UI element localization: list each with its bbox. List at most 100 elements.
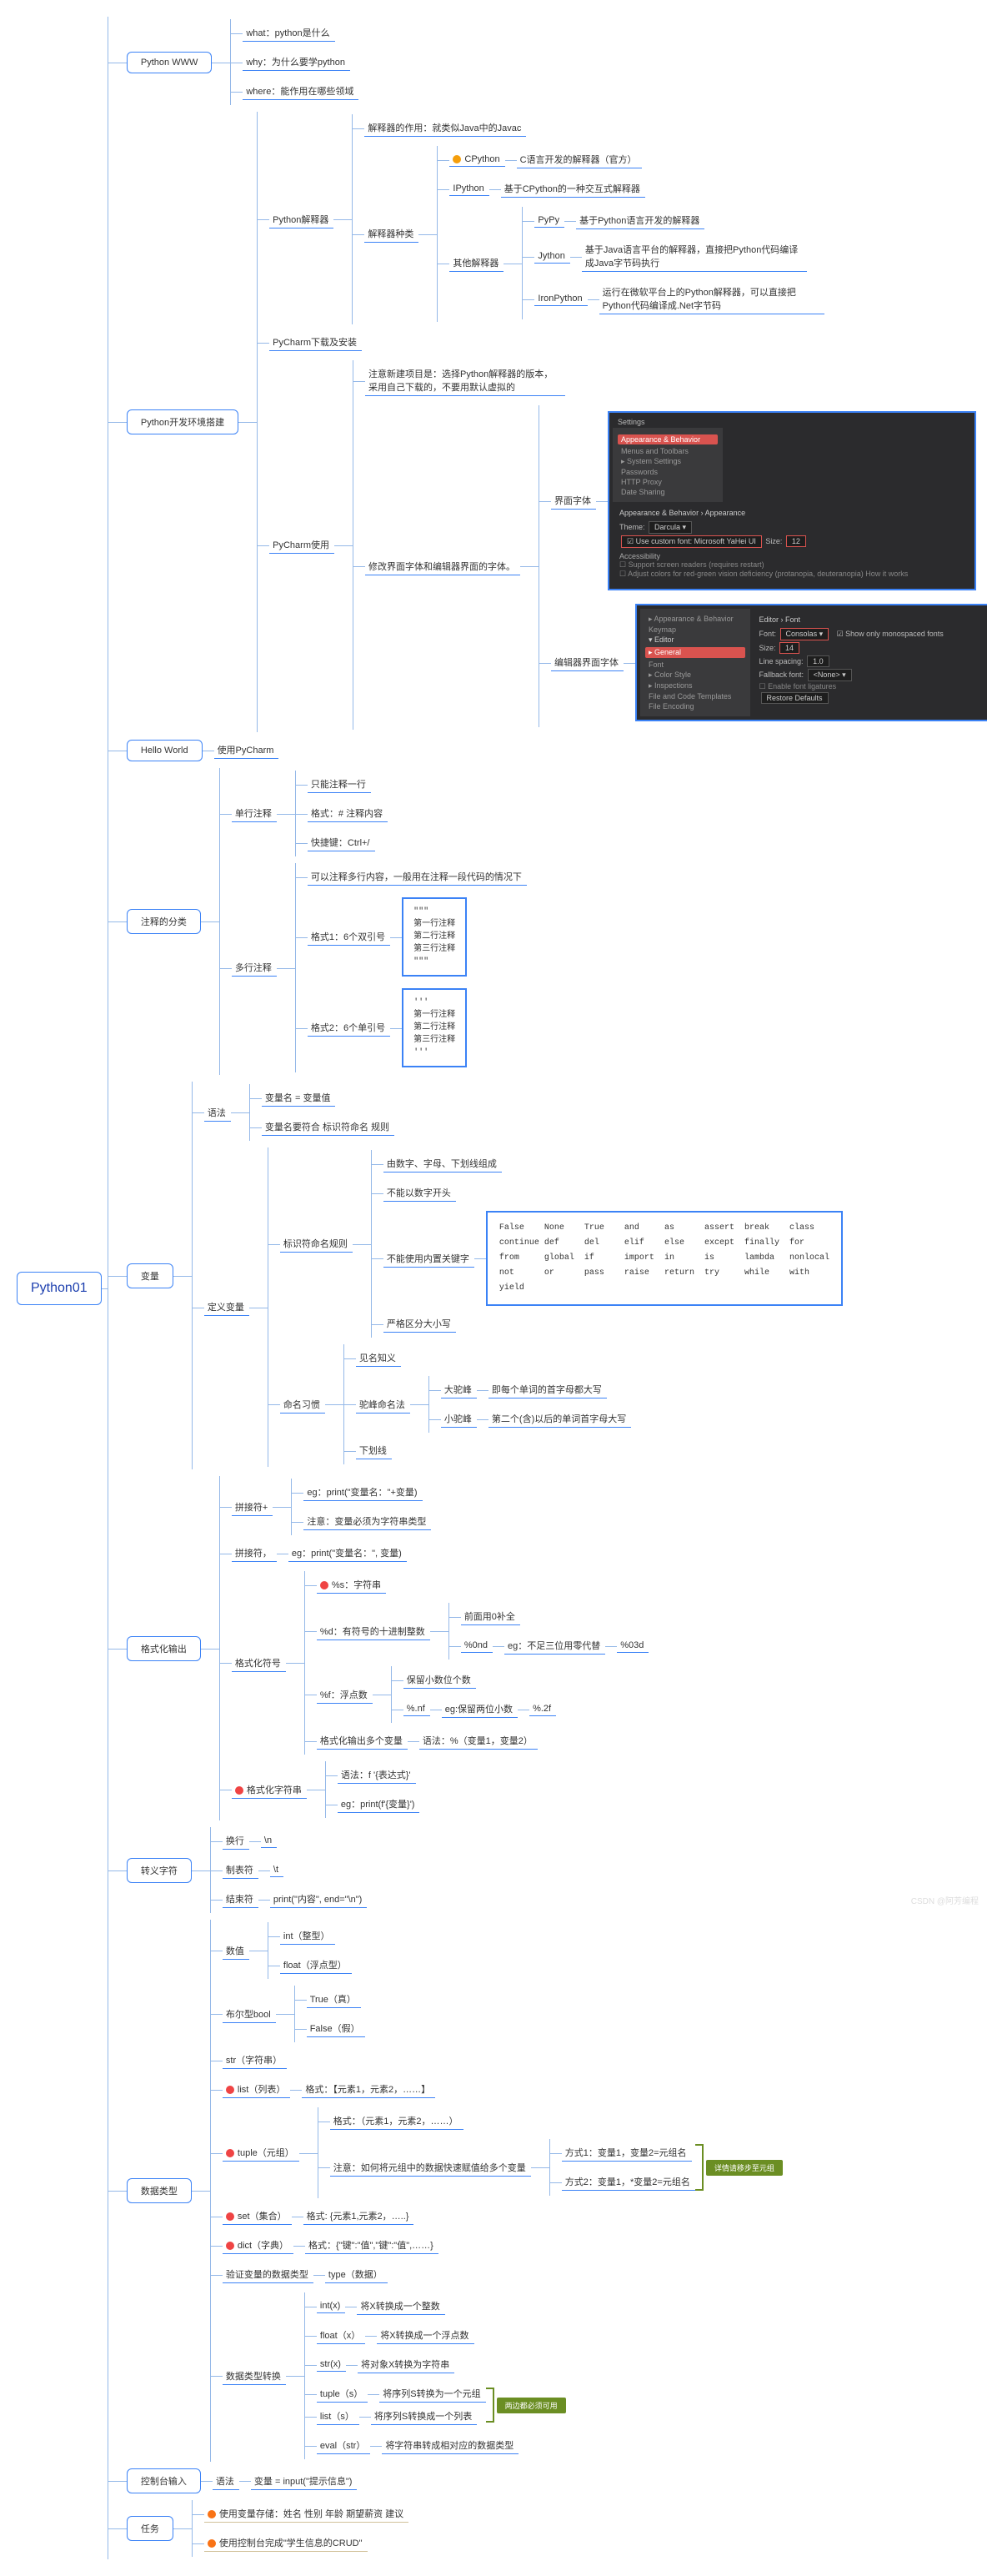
- watermark: CSDN @阿芳编程: [911, 1894, 979, 1906]
- dot-icon: [226, 2242, 234, 2250]
- dot-icon: [208, 2510, 216, 2518]
- leaf: PyCharm使用: [269, 536, 334, 554]
- leaf: False（假）: [307, 2020, 365, 2037]
- dot-icon: [226, 2212, 234, 2221]
- leaf: 大驼峰: [441, 1381, 477, 1398]
- leaf: type（数据）: [325, 2266, 388, 2283]
- leaf: C语言开发的解释器（官方）: [517, 151, 642, 168]
- dot-icon: [453, 155, 461, 163]
- leaf: 下划线: [356, 1442, 392, 1459]
- leaf: 解释器种类: [364, 225, 418, 243]
- leaf: PyPy: [534, 213, 564, 228]
- leaf: 其他解释器: [449, 254, 504, 272]
- leaf: %0nd: [461, 1639, 493, 1653]
- leaf: 数值: [223, 1942, 249, 1960]
- leaf: eg:保留两位小数: [442, 1700, 518, 1718]
- leaf: float（x）: [317, 2327, 365, 2344]
- leaf: Python解释器: [269, 211, 333, 228]
- leaf: CPython: [449, 153, 504, 167]
- leaf: 格式: {元素1,元素2，…..}: [303, 2207, 414, 2225]
- ide-screenshot-editor-font: ▸ Appearance & Behavior Keymap ▾ Editor …: [635, 604, 987, 721]
- leaf: 使用变量存储：姓名 性别 年龄 期望薪资 建议: [204, 2505, 408, 2523]
- leaf: 标识符命名规则: [280, 1235, 353, 1253]
- leaf: 验证变量的数据类型: [223, 2266, 313, 2283]
- dot-icon: [208, 2539, 216, 2548]
- leaf: int(x): [317, 2299, 345, 2313]
- leaf: 格式：# 注释内容: [308, 805, 388, 822]
- leaf: int（整型）: [280, 1927, 335, 1945]
- leaf: str(x): [317, 2358, 346, 2372]
- leaf: 基于Java语言平台的解释器，直接把Python代码编译成Java字节码执行: [582, 241, 807, 272]
- leaf: 制表符: [223, 1861, 258, 1879]
- leaf: 基于CPython的一种交互式解释器: [501, 180, 645, 198]
- dot-icon: [320, 1581, 328, 1589]
- leaf: 格式：{"键":"值","键":"值",……}: [305, 2237, 438, 2254]
- leaf: 可以注释多行内容，一般用在注释一段代码的情况下: [308, 868, 527, 886]
- leaf: 不能以数字开头: [383, 1184, 456, 1202]
- leaf: str（字符串）: [223, 2051, 287, 2069]
- leaf: list（列表）: [223, 2081, 290, 2098]
- root-node: Python01: [17, 1272, 102, 1305]
- leaf: 第二个(含)以后的单词首字母大写: [488, 1410, 631, 1428]
- leaf: 变量名要符合 标识符命名 规则: [262, 1118, 394, 1136]
- leaf: 前面用0补全: [461, 1608, 520, 1625]
- leaf: 方式2：变量1，*变量2=元组名: [562, 2173, 695, 2191]
- leaf: 格式2：6个单引号: [308, 1019, 390, 1037]
- code-box: """ 第一行注释 第二行注释 第三行注释 """: [402, 897, 467, 977]
- leaf: tuple（元组）: [223, 2144, 299, 2162]
- leaf: \n: [261, 1834, 277, 1848]
- leaf: 注意：变量必须为字符串类型: [303, 1513, 431, 1530]
- leaf: eg：print(f'{变量}'): [338, 1795, 420, 1813]
- code-box: ''' 第一行注释 第二行注释 第三行注释 ''': [402, 988, 467, 1067]
- leaf: 格式：（元素1，元素2，……）: [330, 2112, 463, 2130]
- leaf: 数据类型转换: [223, 2368, 286, 2385]
- leaf: 语法：%（变量1，变量2）: [419, 1732, 538, 1750]
- green-tag: 详情请移步至元组: [706, 2160, 783, 2176]
- leaf: 格式化输出多个变量: [317, 1732, 408, 1750]
- leaf: 编辑器界面字体: [551, 654, 624, 671]
- leaf: 将X转换成一个整数: [357, 2297, 444, 2315]
- leaf: float（浮点型）: [280, 1956, 352, 1974]
- node-www: Python WWW: [127, 52, 212, 73]
- leaf: 使用控制台完成"学生信息的CRUD": [204, 2534, 368, 2552]
- leaf: 格式：【元素1，元素2，……】: [302, 2081, 435, 2098]
- leaf: 多行注释: [232, 959, 277, 977]
- leaf: 语法：f '{表达式}': [338, 1766, 416, 1784]
- leaf: 结束符: [223, 1891, 258, 1908]
- leaf: 方式1：变量1，变量2=元组名: [562, 2144, 692, 2162]
- leaf: 小驼峰: [441, 1410, 477, 1428]
- ide-screenshot-appearance: Settings Appearance & Behavior Menus and…: [608, 411, 976, 590]
- leaf: 驼峰命名法: [356, 1396, 410, 1414]
- leaf: 注意新建项目是：选择Python解释器的版本，采用自己下载的，不要用默认虚拟的: [365, 365, 565, 396]
- leaf: \t: [270, 1863, 283, 1877]
- node-comment: 注释的分类: [127, 909, 201, 934]
- leaf: 变量名 = 变量值: [262, 1089, 336, 1107]
- leaf: 基于Python语言开发的解释器: [576, 212, 704, 229]
- dot-icon: [226, 2086, 234, 2094]
- node-types: 数据类型: [127, 2178, 192, 2203]
- leaf: 快捷键：Ctrl+/: [308, 834, 375, 851]
- node-var: 变量: [127, 1263, 173, 1288]
- leaf: 格式1：6个双引号: [308, 928, 390, 946]
- leaf: 解释器的作用：就类似Java中的Javac: [364, 119, 526, 137]
- leaf: True（真）: [307, 1991, 361, 2008]
- leaf: 即每个单词的首字母都大写: [488, 1381, 607, 1398]
- leaf: 由数字、字母、下划线组成: [383, 1155, 502, 1173]
- leaf: 拼接符+: [232, 1499, 273, 1516]
- leaf: PyCharm下载及安装: [269, 334, 362, 351]
- leaf: 将序列S转换为一个元组: [379, 2385, 485, 2403]
- leaf: %.2f: [529, 1702, 556, 1716]
- leaf: %d：有符号的十进制整数: [317, 1623, 430, 1640]
- leaf: 运行在微软平台上的Python解释器，可以直接把Python代码编译成.Net字…: [599, 284, 824, 314]
- leaf: %.nf: [403, 1702, 430, 1716]
- leaf: 定义变量: [204, 1298, 249, 1316]
- leaf: 界面字体: [551, 492, 596, 510]
- leaf: 将字符串转成相对应的数据类型: [382, 2437, 519, 2454]
- leaf: 使用PyCharm: [214, 741, 279, 759]
- leaf: %f：浮点数: [317, 1686, 373, 1704]
- leaf: eval（str）: [317, 2437, 370, 2454]
- leaf: 修改界面字体和编辑器界面的字体。: [365, 558, 520, 575]
- leaf: 格式化字符串: [232, 1781, 307, 1799]
- leaf: 变量 = input("提示信息"): [251, 2473, 358, 2490]
- leaf: dict（字典）: [223, 2237, 293, 2254]
